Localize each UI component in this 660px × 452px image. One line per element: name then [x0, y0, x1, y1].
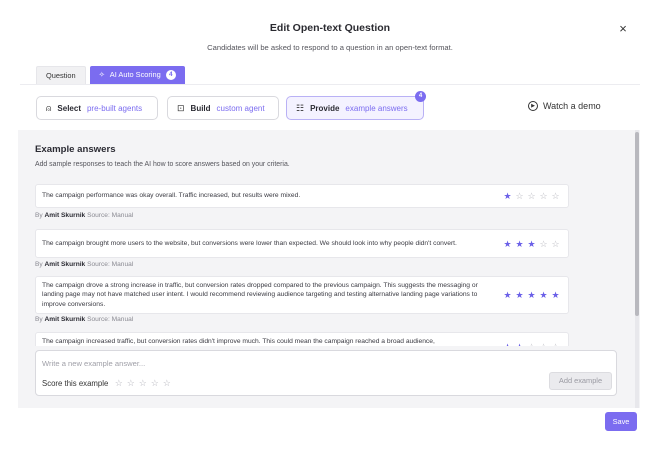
star-empty-icon[interactable]: ☆ — [539, 191, 548, 201]
list-icon: ☷ — [296, 102, 305, 113]
panel-description: Add sample responses to teach the AI how… — [35, 161, 290, 168]
author-name: Amit Skurnik — [44, 212, 86, 219]
star-filled-icon[interactable]: ★ — [503, 290, 512, 300]
rating-stars: ★ ★ ★ ☆ ☆ — [503, 239, 560, 249]
rating-stars: ★★☆☆☆ — [503, 342, 560, 346]
star-filled-icon[interactable]: ★ — [515, 290, 524, 300]
build-custom-agent-button[interactable]: ⊡ Build custom agent — [167, 96, 279, 120]
source-label: Source: — [87, 212, 110, 219]
close-icon[interactable]: × — [616, 22, 630, 36]
star-filled-icon[interactable]: ★ — [503, 342, 512, 346]
example-byline: By Amit Skurnik Source: Manual — [35, 261, 133, 268]
select-prebuilt-agents-button[interactable]: ⍝ Select pre-built agents — [36, 96, 158, 120]
dialog-subtitle: Candidates will be asked to respond to a… — [207, 43, 453, 52]
by-label: By — [35, 212, 43, 219]
build-mode-prefix: Build — [190, 103, 211, 113]
star-filled-icon[interactable]: ★ — [527, 239, 536, 249]
star-empty-icon[interactable]: ☆ — [551, 191, 560, 201]
tab-divider — [20, 84, 640, 85]
author-name: Amit Skurnik — [44, 261, 86, 268]
score-label: Score this example — [42, 378, 109, 388]
score-row: Score this example ☆ ☆ ☆ ☆ ☆ — [42, 378, 171, 388]
example-answer-card[interactable]: The campaign drove a strong increase in … — [35, 276, 569, 314]
tab-question[interactable]: Question — [36, 66, 86, 84]
star-empty-icon[interactable]: ☆ — [539, 239, 548, 249]
select-mode-prefix: Select — [57, 103, 81, 113]
source-value: Manual — [111, 212, 134, 219]
build-mode-accent: custom agent — [216, 103, 265, 113]
source-label: Source: — [87, 261, 110, 268]
star-empty-icon[interactable]: ☆ — [539, 342, 548, 346]
panel-title: Example answers — [35, 144, 116, 155]
tab-ai-auto-scoring-label: AI Auto Scoring — [109, 70, 161, 79]
tab-bar: Question ✧ AI Auto Scoring 4 — [36, 66, 185, 84]
star-empty-icon[interactable]: ☆ — [126, 378, 135, 388]
rating-stars: ★ ★ ★ ★ ★ — [503, 290, 560, 300]
example-answer-card[interactable]: The campaign performance was okay overal… — [35, 184, 569, 208]
tab-count-badge: 4 — [165, 70, 176, 80]
example-byline: By Amit Skurnik Source: Manual — [35, 316, 133, 323]
new-example-composer: Score this example ☆☆☆☆☆ Add example — [35, 350, 617, 396]
example-count-badge: 4 — [415, 91, 426, 102]
star-filled-icon[interactable]: ★ — [539, 290, 548, 300]
build-icon: ⊡ — [177, 102, 185, 113]
example-answer-text: The campaign performance was okay overal… — [42, 192, 301, 200]
star-empty-icon[interactable]: ☆ — [527, 191, 536, 201]
source-label: Source: — [87, 316, 110, 323]
save-button[interactable]: Save — [605, 412, 637, 431]
by-label: By — [35, 261, 43, 268]
agent-icon: ⍝ — [46, 102, 52, 113]
score-stars: ☆ ☆ ☆ ☆ ☆ — [114, 378, 171, 388]
star-empty-icon[interactable]: ☆ — [150, 378, 159, 388]
star-empty-icon[interactable]: ☆ — [162, 378, 171, 388]
star-empty-icon[interactable]: ☆ — [138, 378, 147, 388]
rating-stars: ★ ☆ ☆ ☆ ☆ — [503, 191, 560, 201]
example-answers-list: The campaign performance was okay overal… — [35, 182, 588, 346]
by-label: By — [35, 316, 43, 323]
add-example-button[interactable]: Add example — [549, 372, 612, 390]
provide-example-answers-button[interactable]: ☷ Provide example answers 4 — [286, 91, 426, 120]
example-answer-text: The campaign increased traffic, but conv… — [42, 338, 435, 345]
star-empty-icon[interactable]: ☆ — [515, 191, 524, 201]
scrollbar-thumb[interactable] — [635, 132, 639, 316]
star-empty-icon[interactable]: ☆ — [551, 342, 560, 346]
select-mode-accent: pre-built agents — [86, 103, 143, 113]
example-answer-card[interactable]: The campaign brought more users to the w… — [35, 229, 569, 258]
star-empty-icon[interactable]: ☆ — [114, 378, 123, 388]
source-value: Manual — [111, 316, 134, 323]
star-filled-icon[interactable]: ★ — [515, 342, 524, 346]
provide-mode-prefix: Provide — [310, 103, 340, 113]
dialog-header: Edit Open-text Question Candidates will … — [0, 0, 660, 60]
watch-demo-label: Watch a demo — [543, 101, 601, 111]
new-example-input[interactable] — [42, 356, 602, 370]
provide-mode-accent: example answers — [345, 103, 408, 113]
star-empty-icon[interactable]: ☆ — [527, 342, 536, 346]
star-filled-icon[interactable]: ★ — [527, 290, 536, 300]
example-answer-text: The campaign drove a strong increase in … — [42, 281, 478, 308]
star-filled-icon[interactable]: ★ — [551, 290, 560, 300]
tab-ai-auto-scoring[interactable]: ✧ AI Auto Scoring 4 — [89, 66, 185, 84]
star-filled-icon[interactable]: ★ — [515, 239, 524, 249]
star-filled-icon[interactable]: ★ — [503, 191, 512, 201]
play-icon: ▶ — [528, 101, 538, 111]
tab-question-label: Question — [46, 70, 76, 80]
star-empty-icon[interactable]: ☆ — [551, 239, 560, 249]
author-name: Amit Skurnik — [44, 316, 86, 323]
example-byline: By Amit Skurnik Source: Manual — [35, 212, 133, 219]
source-value: Manual — [111, 261, 134, 268]
example-answer-text: The campaign brought more users to the w… — [42, 239, 457, 247]
star-filled-icon[interactable]: ★ — [503, 239, 512, 249]
dialog-title: Edit Open-text Question — [269, 22, 391, 34]
watch-demo-link[interactable]: ▶ Watch a demo — [528, 101, 601, 111]
sparkle-icon: ✧ — [98, 70, 105, 79]
panel-header: Example answers Add sample responses to … — [35, 144, 290, 168]
example-answer-card[interactable]: The campaign increased traffic, but conv… — [35, 332, 569, 346]
